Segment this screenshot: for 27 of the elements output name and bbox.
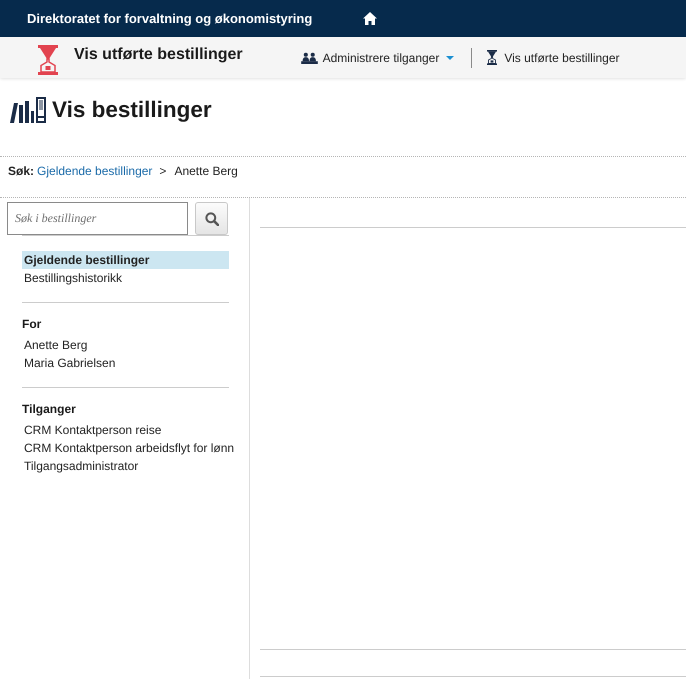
books-icon [10, 97, 46, 123]
breadcrumb-separator: > [159, 164, 166, 178]
home-icon[interactable] [363, 12, 378, 25]
sidebar-item[interactable]: Tilgangsadministrator [22, 457, 229, 475]
sidebar-item[interactable]: Maria Gabrielsen [22, 354, 229, 372]
search-field[interactable]: Søk i bestillinger [7, 202, 188, 235]
hourglass-icon [487, 50, 498, 65]
search-button[interactable] [195, 202, 228, 235]
sidebar-item[interactable]: CRM Kontaktperson reise [22, 421, 229, 439]
group-heading: Tilganger [22, 401, 77, 418]
group-heading: For [22, 316, 42, 333]
app-title: Vis utførte bestillinger [74, 45, 243, 65]
sidebar-item[interactable]: Bestillingshistorikk [22, 269, 229, 287]
search-label: Søk: [8, 164, 34, 178]
hourglass-icon [38, 45, 58, 75]
nav-link[interactable]: Administrere tilganger [300, 50, 454, 66]
breadcrumb-link[interactable]: Gjeldende bestillinger [37, 164, 152, 178]
sidebar-item[interactable]: Anette Berg [22, 336, 229, 354]
breadcrumb-current: Anette Berg [174, 164, 238, 178]
sidebar-item[interactable]: CRM Kontaktperson arbeidsflyt for lønn [22, 439, 236, 457]
page-title: Vis bestillinger [52, 96, 212, 124]
people-icon [300, 52, 318, 64]
caret-icon [446, 56, 454, 60]
sidebar-item[interactable]: Gjeldende bestillinger [22, 251, 229, 269]
nav-link[interactable]: Vis utførte bestillinger [487, 50, 620, 66]
search-icon [204, 212, 218, 226]
organization-name[interactable]: Direktoratet for forvaltning og økonomistyring [27, 11, 312, 26]
